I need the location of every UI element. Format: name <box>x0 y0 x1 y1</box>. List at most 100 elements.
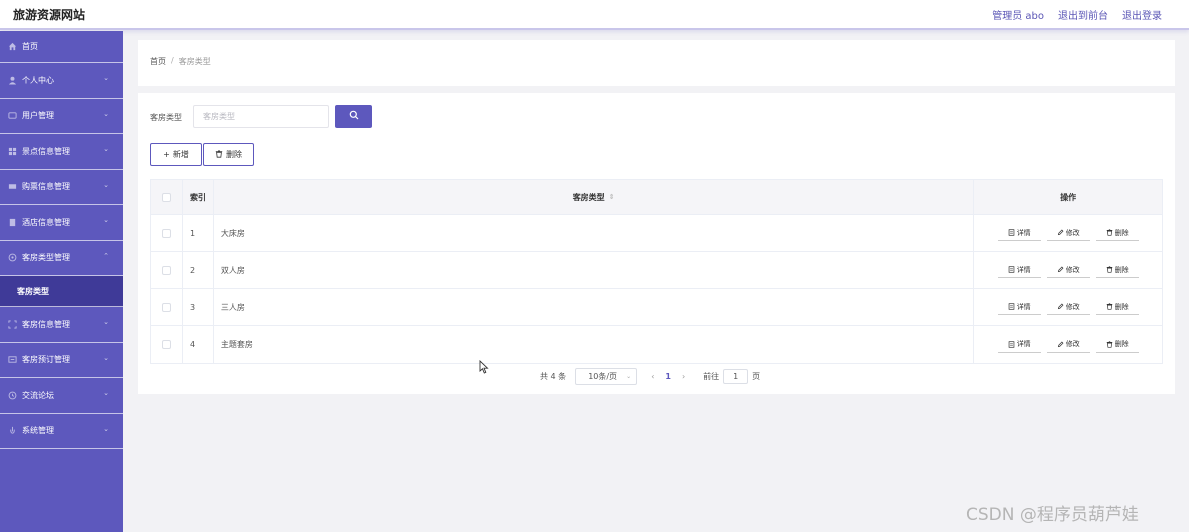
row-room-type: 双人房 <box>214 252 975 288</box>
row-index: 1 <box>183 215 214 251</box>
chevron-down-icon: ⌄ <box>103 145 109 153</box>
select-all-checkbox[interactable] <box>161 192 171 202</box>
page-number-current[interactable]: 1 <box>665 372 671 381</box>
search-label: 客房类型 <box>150 113 182 122</box>
breadcrumb-home[interactable]: 首页 <box>150 56 166 67</box>
table-row: 4 主题套房 详情 修改 删除 <box>151 326 1162 363</box>
row-checkbox[interactable] <box>161 228 171 238</box>
chevron-down-icon: ⌄ <box>626 373 632 380</box>
row-index: 2 <box>183 252 214 288</box>
prev-page-icon[interactable]: ‹ <box>651 372 654 381</box>
trash-icon <box>1106 229 1112 236</box>
sidebar-item-label: 景点信息管理 <box>22 146 70 156</box>
sidebar-item-ticket-management[interactable]: 购票信息管理 ⌄ <box>0 170 123 205</box>
row-delete-button[interactable]: 删除 <box>1095 299 1139 315</box>
sort-icon[interactable]: ⇕ <box>609 193 615 201</box>
logout-link[interactable]: 退出登录 <box>1122 7 1162 22</box>
sidebar-item-forum[interactable]: 交流论坛 ⌄ <box>0 378 123 414</box>
pagination: 共 4 条 10条/页 ⌄ ‹ 1 › 前往 1 页 <box>540 368 760 385</box>
hotel-icon <box>8 218 17 227</box>
row-ops: 详情 修改 删除 <box>974 326 1162 363</box>
chevron-up-icon: ⌃ <box>103 251 109 260</box>
detail-button[interactable]: 详情 <box>997 262 1041 278</box>
edit-button[interactable]: 修改 <box>1046 262 1090 278</box>
goto-page-input[interactable]: 1 <box>723 369 749 384</box>
trash-icon <box>1106 303 1112 310</box>
sidebar-item-booking-management[interactable]: 客房预订管理 ⌄ <box>0 343 123 378</box>
edit-button[interactable]: 修改 <box>1046 299 1090 315</box>
sidebar-item-label: 购票信息管理 <box>22 182 70 192</box>
breadcrumb: 首页 / 客房类型 <box>150 56 211 67</box>
sidebar-item-room-management[interactable]: 客房信息管理 ⌄ <box>0 307 123 343</box>
chevron-down-icon: ⌄ <box>103 353 109 362</box>
row-checkbox[interactable] <box>161 302 171 312</box>
trash-icon <box>1106 266 1112 273</box>
settings-icon <box>8 426 17 435</box>
header-room-type[interactable]: 客房类型 ⇕ <box>214 180 975 214</box>
table-header: 索引 客房类型 ⇕ 操作 <box>151 180 1162 215</box>
sidebar-item-hotel-management[interactable]: 酒店信息管理 ⌄ <box>0 205 123 241</box>
admin-user-label[interactable]: 管理员 abo <box>992 7 1044 22</box>
add-button-label: 新增 <box>172 150 189 159</box>
table-body: 1 大床房 详情 修改 删除 2 双人房 详情 修改 删除 3 三人房 详情 修改 删除 4 主题套房 详情 修改删… <box>151 215 1162 363</box>
sidebar-item-room-type-management[interactable]: 客房类型管理 ⌃ <box>0 241 123 276</box>
search-button[interactable] <box>335 105 372 128</box>
detail-button[interactable]: 详情 <box>997 299 1041 315</box>
sidebar-item-label: 客房预订管理 <box>22 355 70 365</box>
row-delete-button[interactable]: 删除 <box>1095 262 1139 278</box>
document-icon <box>1008 340 1014 348</box>
table-row: 2 双人房 详情 修改 删除 <box>151 252 1162 289</box>
add-button[interactable]: + 新增 <box>150 143 202 166</box>
document-icon <box>1008 266 1014 273</box>
booking-icon <box>8 355 17 364</box>
header-room-type-label: 客房类型 <box>572 192 605 202</box>
chevron-down-icon: ⌄ <box>103 216 109 224</box>
edit-button-label: 修改 <box>1065 302 1080 311</box>
detail-button-label: 详情 <box>1016 265 1031 274</box>
sidebar-item-system-management[interactable]: 系统管理 ⌄ <box>0 414 123 449</box>
edit-button-label: 修改 <box>1065 265 1080 274</box>
edit-button[interactable]: 修改 <box>1046 336 1090 353</box>
person-icon <box>8 76 17 85</box>
delete-button[interactable]: 删除 <box>203 143 254 166</box>
trash-icon <box>1106 340 1112 348</box>
sidebar-subitem-room-type[interactable]: 客房类型 <box>0 276 123 307</box>
sidebar: 首页 个人中心 ⌄ 用户管理 ⌄ 景点信息管理 ⌄ 购票信息管理 ⌄ 酒店信息管… <box>0 31 123 532</box>
detail-button-label: 详情 <box>1016 228 1031 237</box>
row-ops: 详情 修改 删除 <box>974 215 1162 251</box>
detail-button[interactable]: 详情 <box>997 336 1041 353</box>
watermark: CSDN @程序员葫芦娃 <box>966 505 1139 525</box>
trash-icon <box>215 149 223 160</box>
sidebar-item-home[interactable]: 首页 <box>0 31 123 63</box>
detail-button[interactable]: 详情 <box>997 225 1041 241</box>
row-room-type: 大床房 <box>214 215 975 251</box>
row-delete-button[interactable]: 删除 <box>1095 225 1139 241</box>
room-type-table: 索引 客房类型 ⇕ 操作 1 大床房 详情 修改 删除 2 双人房 详情 修改 删除 3 三人房 详情修… <box>150 179 1163 364</box>
chevron-down-icon: ⌄ <box>103 318 109 326</box>
next-page-icon[interactable]: › <box>682 372 685 381</box>
grid-icon <box>8 147 17 156</box>
row-delete-button[interactable]: 删除 <box>1095 336 1139 353</box>
edit-button[interactable]: 修改 <box>1046 225 1090 241</box>
row-room-type: 主题套房 <box>214 326 975 363</box>
edit-icon <box>1057 303 1064 310</box>
plus-icon: + <box>163 150 170 159</box>
sidebar-item-label: 交流论坛 <box>22 390 54 400</box>
room-icon <box>8 320 17 329</box>
search-input[interactable]: 客房类型 <box>193 105 329 128</box>
row-delete-button-label: 删除 <box>1114 228 1129 237</box>
sidebar-item-user-management[interactable]: 用户管理 ⌄ <box>0 99 123 134</box>
document-icon <box>1008 229 1014 236</box>
row-checkbox[interactable] <box>161 340 171 349</box>
exit-to-frontend-link[interactable]: 退出到前台 <box>1058 7 1108 22</box>
top-bar: 旅游资源网站 管理员 abo 退出到前台 退出登录 <box>0 0 1189 30</box>
goto-suffix: 页 <box>752 372 761 381</box>
row-checkbox[interactable] <box>161 265 171 275</box>
page-size-value: 10条/页 <box>588 372 618 381</box>
page-size-select[interactable]: 10条/页 ⌄ <box>575 368 638 385</box>
sidebar-item-label: 客房类型管理 <box>22 253 70 263</box>
chevron-down-icon: ⌄ <box>103 389 109 397</box>
goto-label: 前往 <box>703 372 720 381</box>
sidebar-item-personal-center[interactable]: 个人中心 ⌄ <box>0 63 123 99</box>
sidebar-item-scenic-management[interactable]: 景点信息管理 ⌄ <box>0 134 123 170</box>
